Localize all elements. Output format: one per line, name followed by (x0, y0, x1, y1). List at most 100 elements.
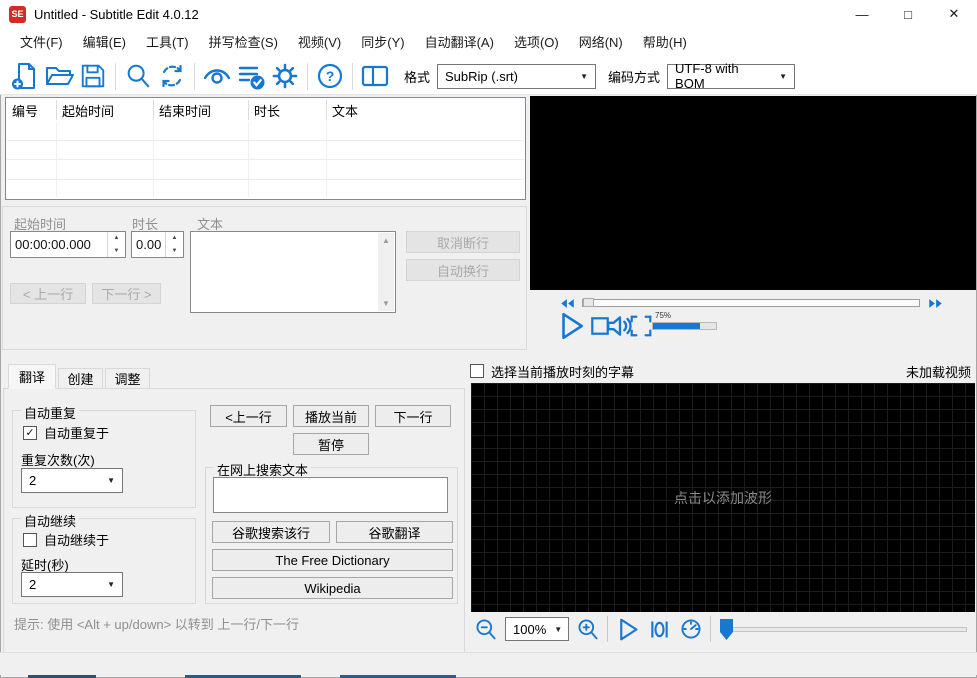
menu-item-video[interactable]: 视频(V) (288, 28, 351, 58)
slider-track[interactable] (722, 627, 967, 632)
tab-create[interactable]: 创建 (58, 368, 103, 389)
unbreak-button[interactable]: 取消断行 (406, 231, 520, 253)
maximize-button[interactable]: □ (885, 0, 931, 28)
scroll-up-icon[interactable]: ▲ (382, 236, 390, 245)
auto-continue-checkbox[interactable] (23, 532, 37, 547)
waveform-zoom-select[interactable]: 100% ▼ (505, 617, 569, 641)
close-button[interactable]: ✕ (931, 0, 977, 28)
textarea-scrollbar[interactable]: ▲ ▼ (378, 233, 394, 311)
menu-item-edit[interactable]: 编辑(E) (73, 28, 136, 58)
column-header-number[interactable]: 编号 (12, 101, 38, 120)
menu-item-network[interactable]: 网络(N) (569, 28, 633, 58)
free-dictionary-button[interactable]: The Free Dictionary (212, 549, 453, 571)
column-header-duration[interactable]: 时长 (254, 101, 280, 120)
volume-slider[interactable] (652, 322, 717, 330)
tab-translate[interactable]: 翻译 (8, 364, 56, 389)
encoding-select[interactable]: UTF-8 with BOM ▼ (667, 61, 796, 91)
toolbar-separator (710, 616, 711, 642)
waveform-display[interactable]: 点击以添加波形 (471, 383, 975, 612)
playback-speed-button[interactable] (679, 617, 703, 641)
video-display[interactable] (530, 96, 976, 290)
play-button[interactable] (556, 311, 586, 341)
chevron-down-icon: ▼ (107, 476, 115, 485)
spell-check-button[interactable] (234, 60, 268, 92)
menu-item-tools[interactable]: 工具(T) (136, 28, 199, 58)
minimize-button[interactable]: — (839, 0, 885, 28)
menu-item-auto-translate[interactable]: 自动翻译(A) (415, 28, 504, 58)
start-time-input[interactable]: ▲▼ (10, 231, 126, 258)
spin-down-icon[interactable]: ▼ (108, 245, 125, 258)
auto-continue-row[interactable]: 自动继续于 (23, 530, 109, 549)
next-line-button[interactable]: 下一行 > (92, 283, 161, 304)
auto-repeat-group: 自动重复 ✓ 自动重复于 重复次数(次) 2 ▼ (12, 403, 196, 508)
duration-spinner[interactable]: ▲ ▼ (165, 232, 183, 257)
repeat-count-select[interactable]: 2 ▼ (21, 468, 123, 493)
google-search-line-button[interactable]: 谷歌搜索该行 (212, 521, 330, 543)
zoom-out-button[interactable] (474, 617, 498, 641)
pause-button[interactable]: 暂停 (293, 433, 369, 455)
seek-back-button[interactable] (560, 298, 575, 309)
select-current-subtitle-checkbox[interactable] (470, 364, 484, 378)
subtitle-text-area[interactable]: ▲ ▼ (190, 231, 396, 313)
auto-repeat-group-label: 自动重复 (21, 403, 80, 422)
start-time-spinner[interactable]: ▲ ▼ (107, 232, 125, 257)
spin-down-icon[interactable]: ▼ (166, 245, 183, 258)
menu-item-spellcheck[interactable]: 拼写检查(S) (199, 28, 288, 58)
open-file-button[interactable] (42, 60, 76, 92)
menu-item-options[interactable]: 选项(O) (504, 28, 569, 58)
save-button[interactable] (76, 60, 110, 92)
fullscreen-button[interactable] (628, 313, 654, 339)
duration-input[interactable]: ▲▼ (131, 231, 184, 258)
layout-button[interactable] (358, 60, 392, 92)
spin-up-icon[interactable]: ▲ (108, 232, 125, 245)
repeat-count-value: 2 (29, 473, 37, 488)
auto-break-button[interactable]: 自动换行 (406, 259, 520, 281)
translate-next-line-button[interactable]: 下一行 (375, 405, 451, 427)
previous-line-button[interactable]: < 上一行 (10, 283, 86, 304)
delay-select[interactable]: 2 ▼ (21, 572, 123, 597)
new-file-button[interactable] (8, 60, 42, 92)
column-header-text[interactable]: 文本 (332, 101, 358, 120)
waveform-position-slider[interactable] (718, 617, 975, 641)
waveform-header: 选择当前播放时刻的字幕 未加载视频 (470, 360, 975, 382)
subtitle-list[interactable]: 编号 起始时间 结束时间 时长 文本 (5, 97, 526, 200)
format-label: 格式 (404, 69, 431, 85)
auto-repeat-row[interactable]: ✓ 自动重复于 (23, 423, 109, 442)
play-from-start-button[interactable] (647, 617, 672, 642)
column-header-end-time[interactable]: 结束时间 (159, 101, 211, 120)
chevron-down-icon: ▼ (107, 580, 115, 589)
new-file-icon (10, 61, 40, 91)
duration-value[interactable] (132, 232, 165, 257)
visual-sync-button[interactable] (200, 60, 234, 92)
format-select[interactable]: SubRip (.srt) ▼ (437, 63, 597, 89)
menu-bar: 文件(F) 编辑(E) 工具(T) 拼写检查(S) 视频(V) 同步(Y) 自动… (0, 28, 977, 58)
row-divider (7, 159, 524, 160)
toolbar-separator (352, 62, 353, 90)
column-divider (248, 100, 249, 120)
video-seek-bar[interactable] (582, 298, 920, 307)
waveform-play-button[interactable] (615, 617, 640, 642)
start-time-value[interactable] (11, 232, 107, 257)
auto-repeat-checkbox[interactable]: ✓ (23, 425, 37, 440)
replace-button[interactable] (155, 60, 189, 92)
web-search-input[interactable] (213, 477, 448, 513)
column-header-start-time[interactable]: 起始时间 (62, 101, 114, 120)
menu-item-sync[interactable]: 同步(Y) (351, 28, 414, 58)
play-current-button[interactable]: 播放当前 (293, 405, 369, 427)
scroll-down-icon[interactable]: ▼ (382, 299, 390, 308)
settings-button[interactable] (268, 60, 302, 92)
spin-up-icon[interactable]: ▲ (166, 232, 183, 245)
seek-forward-button[interactable] (928, 298, 943, 309)
tab-adjust[interactable]: 调整 (105, 368, 150, 389)
google-translate-button[interactable]: 谷歌翻译 (336, 521, 453, 543)
translate-prev-line-button[interactable]: <上一行 (210, 405, 287, 427)
wikipedia-button[interactable]: Wikipedia (212, 577, 453, 599)
zoom-in-button[interactable] (576, 617, 600, 641)
menu-item-help[interactable]: 帮助(H) (633, 28, 697, 58)
help-button[interactable]: ? (313, 60, 347, 92)
seek-thumb[interactable] (583, 298, 594, 307)
tab-create-label: 创建 (67, 372, 94, 387)
menu-item-file[interactable]: 文件(F) (10, 28, 73, 58)
find-button[interactable] (121, 60, 155, 92)
slider-handle[interactable] (720, 619, 733, 640)
